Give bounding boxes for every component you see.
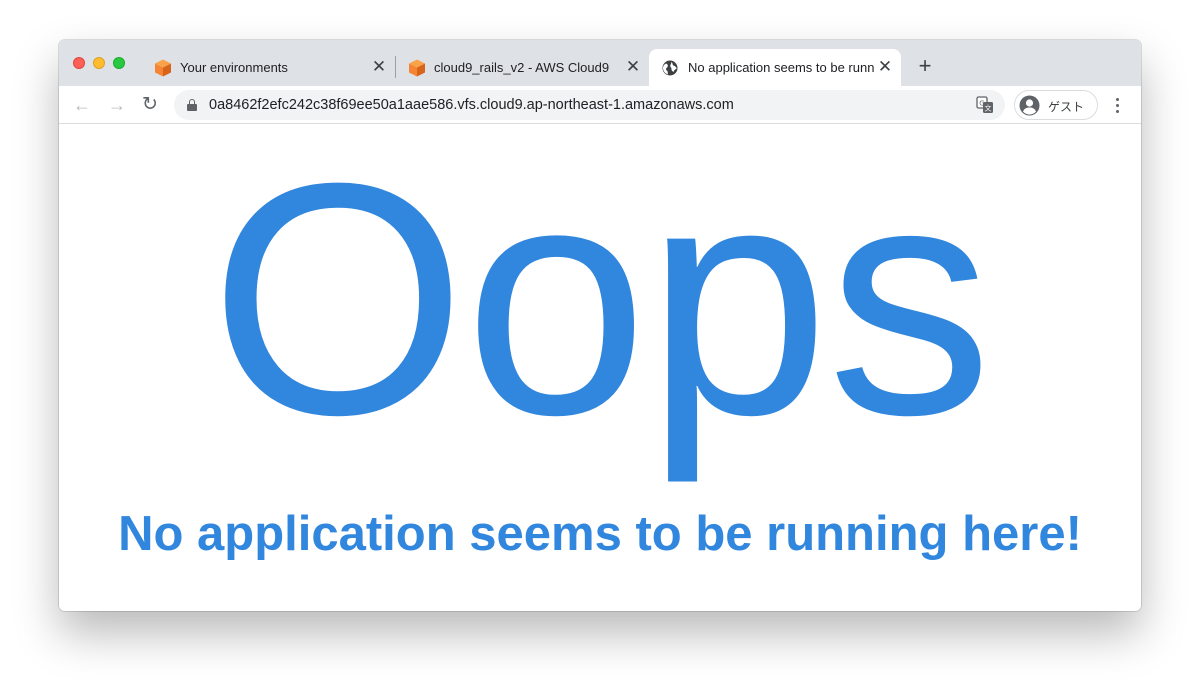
browser-window: Your environments ✕ cloud9_rails_v2 - AW… [59, 40, 1141, 611]
profile-button[interactable]: ゲスト [1014, 90, 1098, 120]
no-application-message: No application seems to be running here! [118, 507, 1082, 561]
tab-title: No application seems to be running here! [688, 60, 874, 75]
forward-button[interactable]: → [107, 95, 127, 115]
translate-icon[interactable]: G 文 [976, 96, 994, 114]
globe-icon [662, 60, 678, 76]
tab-your-environments[interactable]: Your environments ✕ [141, 49, 393, 86]
account-icon [1019, 95, 1040, 116]
oops-heading: Oops [209, 114, 993, 483]
window-maximize-button[interactable] [113, 57, 125, 69]
profile-name: ゲスト [1048, 100, 1085, 114]
tab-close-icon[interactable]: ✕ [875, 57, 895, 77]
tab-close-icon[interactable]: ✕ [623, 57, 643, 77]
aws-cloud9-icon [409, 59, 425, 77]
svg-text:文: 文 [985, 104, 992, 113]
reload-button[interactable]: ↻ [140, 95, 160, 115]
more-menu-icon[interactable] [1107, 95, 1127, 115]
tab-title: cloud9_rails_v2 - AWS Cloud9 [434, 60, 610, 75]
new-tab-button[interactable]: + [912, 54, 938, 80]
tab-cloud9-rails[interactable]: cloud9_rails_v2 - AWS Cloud9 ✕ [395, 49, 647, 86]
tab-title: Your environments [180, 60, 288, 75]
url-text[interactable]: 0a8462f2efc242c38f69ee50a1aae586.vfs.clo… [209, 97, 734, 113]
aws-cloud9-icon [155, 59, 171, 77]
tab-strip: Your environments ✕ cloud9_rails_v2 - AW… [59, 40, 1141, 86]
window-minimize-button[interactable] [93, 57, 105, 69]
tab-no-application[interactable]: No application seems to be running here!… [649, 49, 901, 86]
window-close-button[interactable] [73, 57, 85, 69]
tab-close-icon[interactable]: ✕ [369, 57, 389, 77]
lock-icon[interactable] [187, 99, 197, 111]
back-button[interactable]: ← [72, 95, 92, 115]
page-content: Oops No application seems to be running … [59, 124, 1141, 611]
